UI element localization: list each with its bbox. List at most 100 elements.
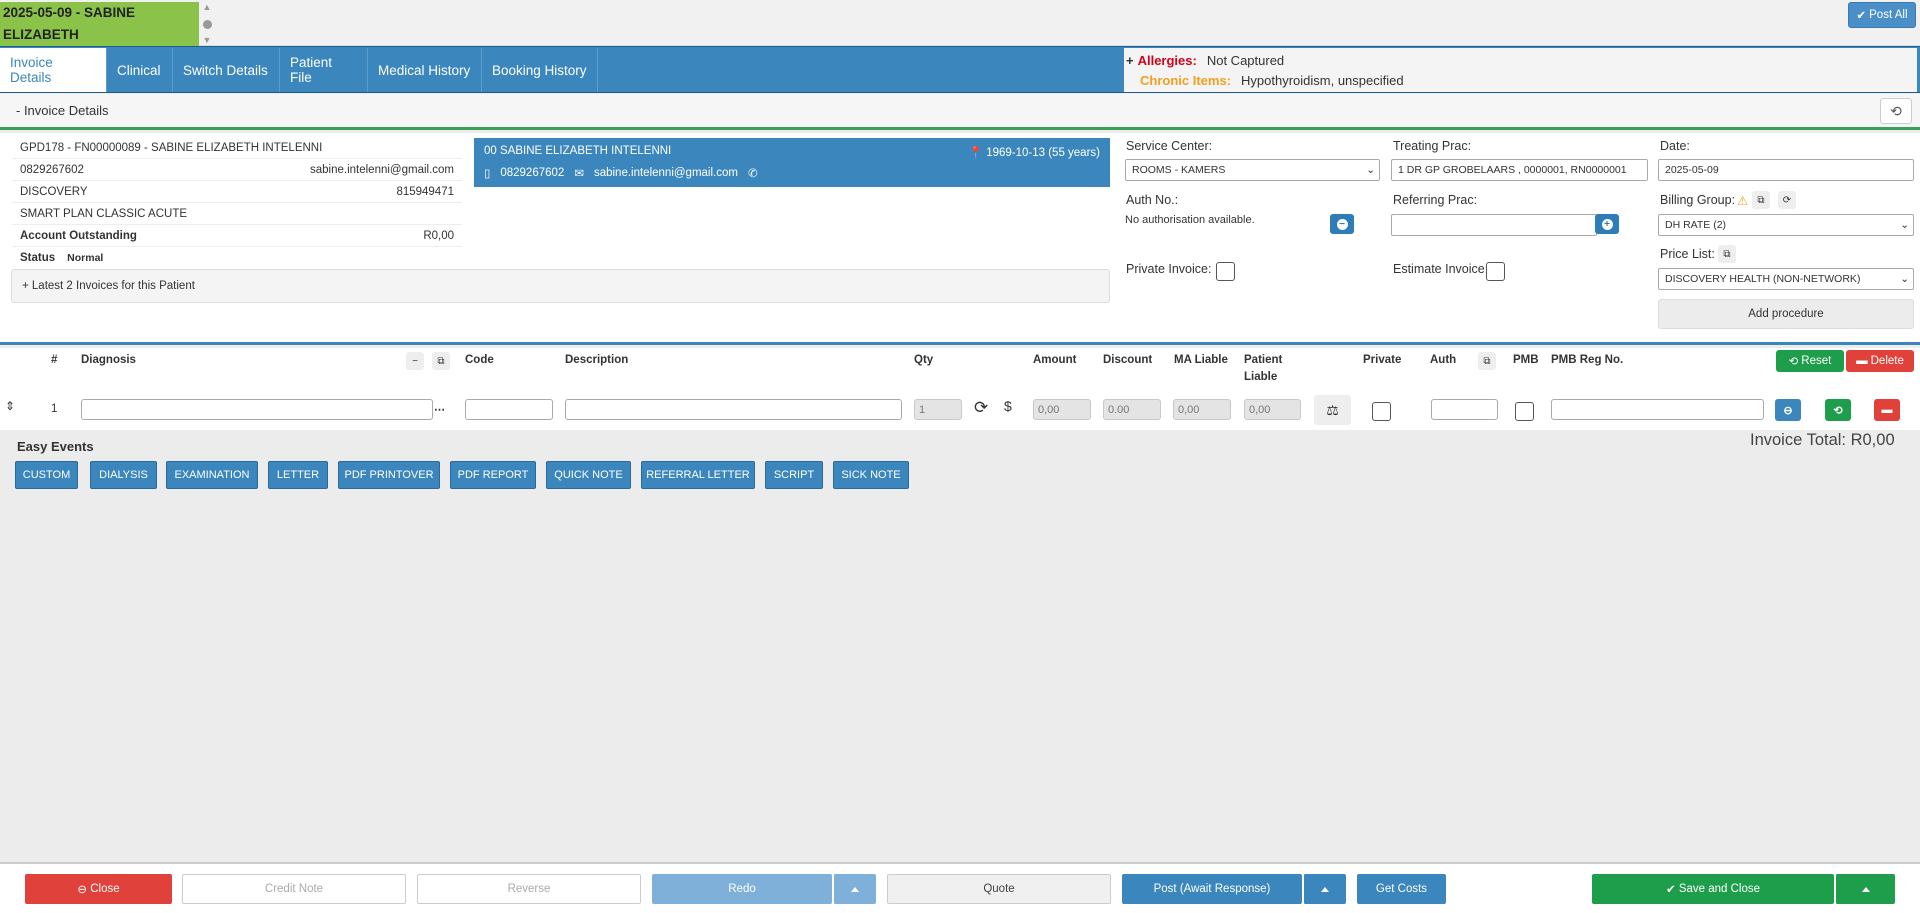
copy-icon[interactable]: ⧉	[432, 352, 450, 370]
quote-button[interactable]: Quote	[887, 874, 1111, 904]
warning-icon: ⚠	[1737, 194, 1749, 208]
redo-button[interactable]: Redo	[652, 874, 832, 904]
save-dropdown-button[interactable]	[1835, 874, 1895, 904]
event-pdf-printover-button[interactable]: PDF PRINTOVER	[338, 461, 440, 489]
pmb-checkbox[interactable]	[1515, 402, 1534, 421]
mobile-icon: ▯	[484, 168, 491, 180]
scroll-down-icon[interactable]: ▼	[203, 35, 212, 46]
copy-icon[interactable]: ⧉	[1478, 352, 1496, 370]
event-letter-button[interactable]: LETTER	[268, 461, 328, 489]
tab-medical-history[interactable]: Medical History	[368, 48, 482, 92]
row-info-button[interactable]: ⊖	[1775, 399, 1801, 421]
diagnosis-input[interactable]	[81, 399, 433, 420]
credit-note-button[interactable]: Credit Note	[182, 874, 406, 904]
private-checkbox[interactable]	[1372, 402, 1391, 421]
private-invoice-checkbox[interactable]	[1216, 262, 1235, 281]
clinical-alerts: + Allergies: Not Captured Chronic Items:…	[1124, 48, 1917, 92]
redo-dropdown-button[interactable]	[833, 874, 876, 904]
tab-strip: Invoice Details Clinical Switch Details …	[0, 46, 1920, 93]
history-button[interactable]: ⟲	[1880, 98, 1912, 124]
col-qty: Qty	[914, 354, 934, 366]
auth-no-value: No authorisation available.	[1125, 214, 1255, 226]
tab-scroller[interactable]: ▲ ▼	[200, 2, 214, 46]
description-input[interactable]	[565, 399, 902, 420]
col-ma-liable: MA Liable	[1174, 354, 1228, 366]
copy-icon[interactable]: ⧉	[1718, 245, 1736, 263]
post-all-button[interactable]: ✔ Post All	[1848, 2, 1916, 28]
invoice-total: Invoice Total: R0,00	[1750, 431, 1895, 449]
discount-input[interactable]: 0.00	[1103, 399, 1161, 420]
estimate-invoice-label: Estimate Invoice:	[1393, 262, 1489, 276]
code-input[interactable]	[465, 399, 553, 420]
pmb-reg-input[interactable]	[1551, 399, 1764, 420]
scroll-up-icon[interactable]: ▲	[203, 2, 212, 13]
row-num: 1	[51, 403, 58, 415]
tab-booking-history[interactable]: Booking History	[482, 48, 598, 92]
drag-handle-icon[interactable]: ⇕	[5, 399, 15, 413]
reverse-button[interactable]: Reverse	[417, 874, 641, 904]
event-examination-button[interactable]: EXAMINATION	[166, 461, 258, 489]
price-list-select[interactable]: DISCOVERY HEALTH (NON-NETWORK) ⌄	[1658, 268, 1914, 290]
referring-add-button[interactable]: +	[1595, 214, 1619, 234]
col-patient-liable: Patient Liable	[1244, 354, 1283, 383]
event-custom-button[interactable]: CUSTOM	[15, 461, 78, 489]
patient-card-email: sabine.intelenni@gmail.com	[593, 167, 738, 179]
event-referral-letter-button[interactable]: REFERRAL LETTER	[641, 461, 755, 489]
invoice-details-header[interactable]: - Invoice Details ⟲	[0, 94, 1920, 130]
event-quick-note-button[interactable]: QUICK NOTE	[546, 461, 631, 489]
referring-prac-label: Referring Prac:	[1393, 193, 1478, 207]
caret-up-icon	[1861, 886, 1870, 892]
more-icon[interactable]: ⋯	[434, 403, 445, 416]
date-field[interactable]: 2025-05-09	[1658, 159, 1914, 181]
billing-group-select[interactable]: DH RATE (2) ⌄	[1658, 214, 1914, 236]
caret-up-icon	[1321, 886, 1329, 892]
reset-button[interactable]: ⟲ Reset	[1776, 350, 1844, 372]
patient-invoice-tab[interactable]: 2025-05-09 - SABINE ELIZABETH	[0, 2, 199, 46]
footer-actions: ⊖ Close Credit Note Reverse Redo Quote P…	[0, 862, 1920, 913]
tab-switch-details[interactable]: Switch Details	[173, 48, 280, 92]
copy-icon[interactable]: ⧉	[1752, 191, 1770, 209]
get-costs-button[interactable]: Get Costs	[1357, 874, 1446, 904]
refresh-icon[interactable]: ⟳	[1778, 191, 1796, 209]
collapse-icon[interactable]: −	[406, 352, 424, 370]
event-dialysis-button[interactable]: DIALYSIS	[90, 461, 157, 489]
undo-icon: ⟲	[1833, 404, 1843, 417]
tab-invoice-details[interactable]: Invoice Details	[0, 48, 107, 92]
account-outstanding-line: Account Outstanding R0,00	[12, 225, 462, 247]
treating-prac-field[interactable]: 1 DR GP GROBELAARS , 0000001, RN0000001	[1391, 159, 1648, 181]
referring-prac-field[interactable]	[1391, 214, 1597, 236]
event-script-button[interactable]: SCRIPT	[765, 461, 823, 489]
expand-icon[interactable]: +	[1126, 53, 1134, 68]
row-delete-button[interactable]: ▬	[1874, 399, 1900, 421]
tab-clinical[interactable]: Clinical	[107, 48, 173, 92]
patient-plan-line: SMART PLAN CLASSIC ACUTE	[12, 203, 462, 225]
estimate-invoice-checkbox[interactable]	[1486, 262, 1505, 281]
latest-invoices-toggle[interactable]: + Latest 2 Invoices for this Patient	[11, 269, 1110, 303]
save-and-close-button[interactable]: ✔ Save and Close	[1592, 874, 1834, 904]
billing-group-label: Billing Group:	[1660, 193, 1736, 207]
patient-info: GPD178 - FN00000089 - SABINE ELIZABETH I…	[12, 137, 462, 269]
refresh-icon[interactable]: ⟳	[974, 398, 988, 418]
col-private: Private	[1363, 354, 1402, 366]
auth-minus-button[interactable]: −	[1330, 214, 1354, 234]
service-center-label: Service Center:	[1126, 139, 1213, 153]
post-dropdown-button[interactable]	[1303, 874, 1346, 904]
minus-square-icon: ▬	[1856, 355, 1868, 367]
delete-button[interactable]: ▬ Delete	[1846, 350, 1914, 372]
post-await-response-button[interactable]: Post (Await Response)	[1122, 874, 1302, 904]
patient-id-line: GPD178 - FN00000089 - SABINE ELIZABETH I…	[12, 137, 462, 159]
easy-events-title: Easy Events	[17, 439, 94, 454]
tab-patient-file[interactable]: Patient File	[280, 48, 368, 92]
service-center-select[interactable]: ROOMS - KAMERS ⌄	[1125, 159, 1380, 181]
phone-icon[interactable]: ✆	[748, 166, 758, 180]
treating-prac-label: Treating Prac:	[1393, 139, 1472, 153]
row-reset-button[interactable]: ⟲	[1825, 399, 1851, 421]
balance-scale-icon[interactable]: ⚖	[1314, 395, 1351, 425]
event-sick-note-button[interactable]: SICK NOTE	[833, 461, 909, 489]
auth-input[interactable]	[1431, 399, 1498, 420]
invoice-dollar-icon[interactable]: $	[1004, 398, 1012, 414]
event-pdf-report-button[interactable]: PDF REPORT	[450, 461, 536, 489]
qty-input[interactable]: 1	[914, 399, 962, 420]
add-procedure-button[interactable]: Add procedure	[1658, 299, 1914, 329]
close-button[interactable]: ⊖ Close	[25, 874, 172, 904]
